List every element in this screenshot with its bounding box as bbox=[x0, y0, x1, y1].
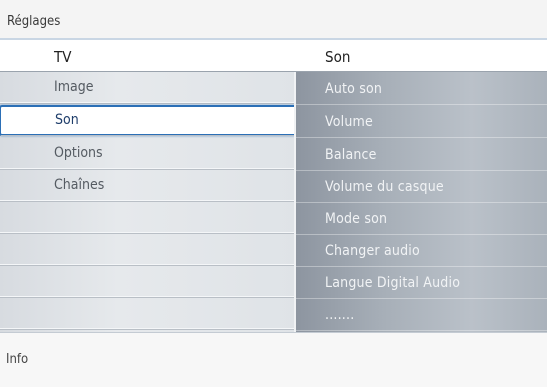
right-menu-item-auto-son[interactable]: Auto son bbox=[296, 74, 547, 105]
left-menu-item-image[interactable]: Image bbox=[0, 72, 294, 104]
right-menu: Auto son Volume Balance Volume du casque… bbox=[294, 72, 547, 332]
menu-header: TV Son bbox=[0, 41, 547, 72]
header-right-son: Son bbox=[325, 48, 351, 66]
left-menu-item-chaines[interactable]: Chaînes bbox=[0, 170, 294, 202]
right-menu-item-changer-audio[interactable]: Changer audio bbox=[296, 236, 547, 267]
left-menu: Image Son Options Chaînes bbox=[0, 72, 297, 332]
right-menu-item-label: Balance bbox=[325, 147, 377, 163]
page-title: Réglages bbox=[7, 14, 61, 29]
right-menu-item-label: Langue Digital Audio bbox=[325, 275, 461, 291]
right-menu-item-label: Volume bbox=[325, 114, 373, 130]
left-menu-item-label: Son bbox=[55, 112, 79, 128]
left-menu-item-label: Image bbox=[54, 79, 94, 95]
right-menu-item-langue-digital-audio[interactable]: Langue Digital Audio bbox=[296, 268, 547, 299]
right-menu-item-label: Auto son bbox=[325, 81, 383, 97]
settings-screen: Réglages TV Son Image Son Options Chaîne… bbox=[0, 0, 547, 387]
left-menu-item-empty bbox=[0, 202, 294, 234]
info-panel: Info bbox=[0, 332, 547, 387]
right-menu-item-mode-son[interactable]: Mode son bbox=[296, 204, 547, 235]
right-menu-item-more[interactable]: ....... bbox=[296, 300, 547, 331]
left-menu-item-label: Chaînes bbox=[54, 177, 105, 193]
left-menu-item-options[interactable]: Options bbox=[0, 138, 294, 170]
right-menu-item-label: Volume du casque bbox=[325, 179, 444, 195]
right-menu-item-balance[interactable]: Balance bbox=[296, 140, 547, 171]
right-menu-item-label: Mode son bbox=[325, 211, 388, 227]
right-menu-item-volume[interactable]: Volume bbox=[296, 107, 547, 138]
left-menu-item-son-selected[interactable]: Son bbox=[0, 105, 297, 136]
left-menu-item-label: Options bbox=[54, 145, 103, 161]
left-menu-item-empty bbox=[0, 234, 294, 266]
right-menu-item-label: Changer audio bbox=[325, 243, 420, 259]
header-left-tv: TV bbox=[54, 48, 72, 66]
info-label: Info bbox=[6, 352, 29, 367]
right-menu-item-volume-casque[interactable]: Volume du casque bbox=[296, 172, 547, 203]
left-menu-item-empty bbox=[0, 266, 294, 298]
title-bar: Réglages bbox=[0, 0, 547, 40]
left-menu-item-empty bbox=[0, 298, 294, 330]
right-menu-item-label: ....... bbox=[325, 307, 355, 323]
